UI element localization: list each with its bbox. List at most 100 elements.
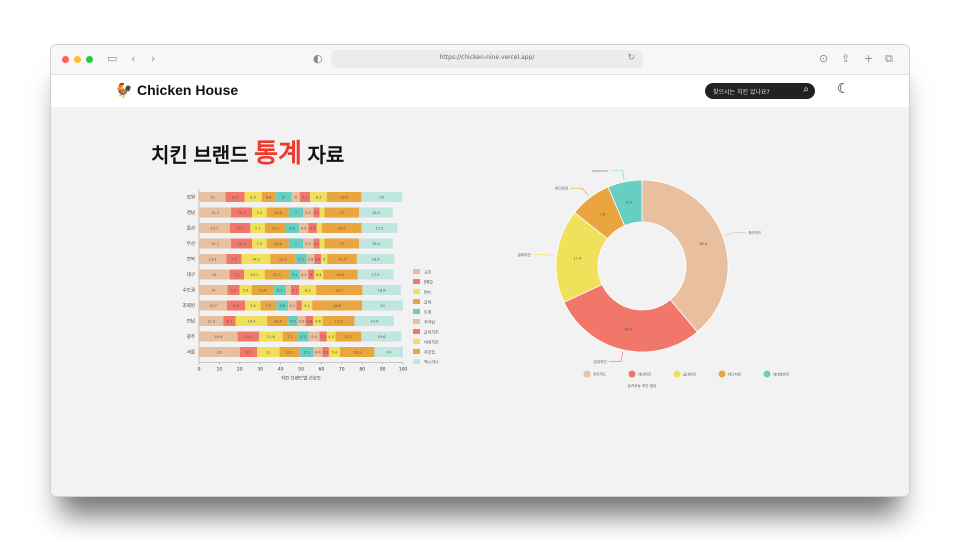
data-label: 14.5 [338, 257, 346, 261]
browser-window: ▭ ‹ › ◐ https://chicken-nine.vercel.app/… [50, 44, 910, 497]
x-tick-label: 30 [257, 367, 263, 373]
data-label: 5.4 [311, 335, 317, 339]
data-label: 11 [266, 350, 271, 354]
data-label: 10.6 [258, 288, 267, 292]
bar-segment [296, 300, 302, 311]
y-tick-label: 전북 [187, 256, 195, 263]
privacy-shield-icon[interactable]: ◐ [313, 52, 323, 66]
data-label: 3 [323, 257, 325, 261]
data-label: 19.4 [370, 319, 379, 323]
data-label: 15.1 [210, 226, 218, 230]
bar-segment [286, 285, 291, 295]
data-label: 12.2 [279, 257, 287, 261]
data-label: 10.1 [250, 273, 258, 277]
data-label: 24.5 [333, 304, 341, 308]
y-tick-label: 부산 [187, 240, 195, 247]
data-label: 10.3 [238, 242, 246, 246]
search-icon[interactable]: ⌕ [803, 84, 809, 95]
data-label: 3.4 [315, 257, 321, 261]
slice-value-label: 28.9 [624, 328, 633, 332]
slice-name-label: 네네호치킨 [592, 170, 609, 173]
y-tick-label: 광주 [187, 333, 195, 340]
chart-caption: 돈카우농 치킨 점유 [628, 383, 657, 388]
data-label: 4.1 [289, 304, 295, 308]
data-label: 4.4 [316, 273, 322, 277]
legend-marker [763, 370, 771, 378]
legend-swatch [413, 299, 420, 304]
share-icon[interactable]: ⇪ [841, 52, 850, 66]
data-label: 5.1 [305, 211, 311, 215]
brand-name[interactable]: Chicken House [137, 82, 238, 98]
data-label: 7 [295, 242, 297, 246]
data-label: 16.9 [340, 195, 349, 199]
slice-name-label: 강강치킨 [593, 359, 606, 364]
slice-name-label: 푸라닥드 [748, 230, 762, 235]
slice-value-label: 17.4 [573, 257, 582, 261]
legend-label: 또래 [424, 308, 432, 314]
data-label: 3.1 [314, 211, 320, 215]
zoom-window-button[interactable] [86, 56, 93, 63]
reload-icon[interactable]: ↻ [627, 51, 635, 65]
data-label: 5.9 [231, 288, 237, 292]
data-label: 18.9 [214, 335, 223, 339]
data-label: 13.4 [209, 257, 218, 261]
url-text[interactable]: https://chicken-nine.vercel.app/ [331, 54, 643, 61]
minimize-window-button[interactable] [74, 56, 81, 63]
legend-swatch [413, 359, 420, 364]
data-label: 4.5 [301, 226, 307, 230]
data-label: 4.1 [292, 288, 298, 292]
legend-swatch [413, 309, 420, 314]
legend-label: 굽네치킨 [424, 328, 439, 334]
data-label: 11.6 [267, 335, 276, 339]
data-label: 17 [340, 211, 345, 215]
data-label: 14.2 [252, 257, 260, 261]
title-accent: 통계 [254, 138, 302, 168]
legend-label: 교촌 [424, 268, 432, 274]
site-header: 🐓 Chicken House 찾으시는 치킨 있나요? ⌕ ☾ [51, 75, 909, 107]
close-window-button[interactable] [62, 56, 69, 63]
legend-label: BBQ [424, 279, 433, 284]
new-tab-icon[interactable]: + [864, 52, 873, 66]
legend-label: 굽네 [424, 298, 432, 304]
data-label: 5.5 [300, 335, 306, 339]
data-label: 3.1 [314, 242, 320, 246]
legend-label: 네네치킨 [638, 372, 651, 377]
data-label: 10.1 [271, 226, 279, 230]
data-label: 7.2 [287, 335, 293, 339]
data-label: 18.4 [372, 257, 381, 261]
y-tick-label: 경남 [187, 209, 195, 216]
back-icon[interactable]: ‹ [131, 52, 135, 66]
data-label: 5.5 [298, 257, 304, 261]
x-tick-label: 90 [380, 367, 386, 373]
data-label: 5.8 [279, 304, 285, 308]
legend-swatch [413, 349, 420, 354]
legend-label: 푸라닭 [424, 318, 435, 324]
data-label: 19.6 [377, 335, 386, 339]
chicken-logo-icon[interactable]: 🐓 [115, 83, 132, 99]
search-input[interactable]: 찾으시는 치킨 있나요? ⌕ [705, 83, 815, 99]
data-label: 16.5 [372, 242, 380, 246]
data-label: 10.8 [274, 211, 283, 215]
data-label: 6.6 [289, 226, 295, 230]
data-label: 6.1 [227, 319, 233, 323]
legend-label: bhc [424, 289, 431, 294]
leader-line [724, 232, 747, 237]
dark-mode-toggle-icon[interactable]: ☾ [837, 81, 850, 97]
download-icon[interactable]: ⊙ [819, 52, 828, 66]
legend-swatch [413, 269, 420, 274]
sidebar-icon[interactable]: ▭ [107, 52, 117, 66]
data-label: 7.2 [257, 211, 263, 215]
address-bar[interactable]: https://chicken-nine.vercel.app/ ↻ [331, 50, 643, 68]
tabs-overview-icon[interactable]: ⧉ [885, 52, 893, 66]
slice-name-label: 굽네치킨 [517, 252, 530, 257]
data-label: 22.7 [335, 288, 343, 292]
data-label: 10.1 [236, 226, 244, 230]
slice-value-label: 38.5 [699, 242, 707, 246]
forward-icon[interactable]: › [151, 52, 155, 66]
y-tick-label: 수도권 [183, 287, 195, 294]
data-label: 3.5 [320, 335, 326, 339]
bar-segment [319, 238, 325, 249]
data-label: 19.5 [338, 226, 346, 230]
legend-label: 푸라닥드 [593, 372, 607, 377]
data-label: 7.1 [255, 226, 261, 230]
